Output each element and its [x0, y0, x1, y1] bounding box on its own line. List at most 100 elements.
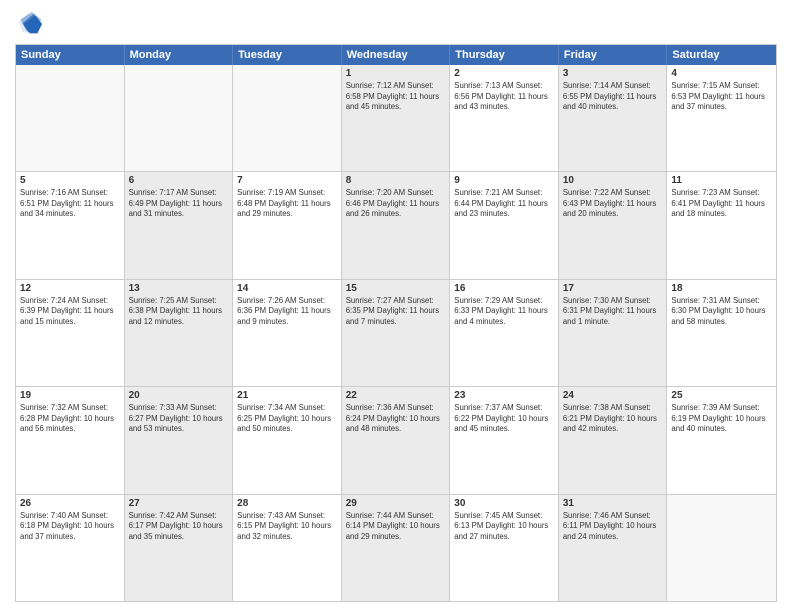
day-info: Sunrise: 7:16 AM Sunset: 6:51 PM Dayligh…: [20, 188, 120, 220]
day-number: 9: [454, 175, 554, 186]
day-header: Tuesday: [233, 45, 342, 65]
day-cell: 11 Sunrise: 7:23 AM Sunset: 6:41 PM Dayli…: [667, 172, 776, 278]
day-cell: 24 Sunrise: 7:38 AM Sunset: 6:21 PM Dayli…: [559, 387, 668, 493]
day-cell: 19 Sunrise: 7:32 AM Sunset: 6:28 PM Dayli…: [16, 387, 125, 493]
calendar: SundayMondayTuesdayWednesdayThursdayFrid…: [15, 44, 777, 602]
day-number: 11: [671, 175, 772, 186]
day-cell: 16 Sunrise: 7:29 AM Sunset: 6:33 PM Dayli…: [450, 280, 559, 386]
day-number: 27: [129, 498, 229, 509]
day-info: Sunrise: 7:38 AM Sunset: 6:21 PM Dayligh…: [563, 403, 663, 435]
day-info: Sunrise: 7:42 AM Sunset: 6:17 PM Dayligh…: [129, 511, 229, 543]
day-number: 29: [346, 498, 446, 509]
day-info: Sunrise: 7:36 AM Sunset: 6:24 PM Dayligh…: [346, 403, 446, 435]
day-info: Sunrise: 7:26 AM Sunset: 6:36 PM Dayligh…: [237, 296, 337, 328]
day-number: 14: [237, 283, 337, 294]
day-number: 5: [20, 175, 120, 186]
day-number: 16: [454, 283, 554, 294]
day-number: 26: [20, 498, 120, 509]
day-info: Sunrise: 7:32 AM Sunset: 6:28 PM Dayligh…: [20, 403, 120, 435]
day-cell: 26 Sunrise: 7:40 AM Sunset: 6:18 PM Dayli…: [16, 495, 125, 601]
day-cell: 22 Sunrise: 7:36 AM Sunset: 6:24 PM Dayli…: [342, 387, 451, 493]
day-number: 2: [454, 68, 554, 79]
day-info: Sunrise: 7:44 AM Sunset: 6:14 PM Dayligh…: [346, 511, 446, 543]
day-cell: [667, 495, 776, 601]
day-info: Sunrise: 7:29 AM Sunset: 6:33 PM Dayligh…: [454, 296, 554, 328]
day-cell: 29 Sunrise: 7:44 AM Sunset: 6:14 PM Dayli…: [342, 495, 451, 601]
day-info: Sunrise: 7:30 AM Sunset: 6:31 PM Dayligh…: [563, 296, 663, 328]
day-info: Sunrise: 7:23 AM Sunset: 6:41 PM Dayligh…: [671, 188, 772, 220]
day-number: 7: [237, 175, 337, 186]
day-info: Sunrise: 7:43 AM Sunset: 6:15 PM Dayligh…: [237, 511, 337, 543]
week-row: 5 Sunrise: 7:16 AM Sunset: 6:51 PM Daylig…: [16, 171, 776, 278]
day-number: 8: [346, 175, 446, 186]
day-cell: [125, 65, 234, 171]
day-cell: 14 Sunrise: 7:26 AM Sunset: 6:36 PM Dayli…: [233, 280, 342, 386]
day-number: 4: [671, 68, 772, 79]
day-cell: 30 Sunrise: 7:45 AM Sunset: 6:13 PM Dayli…: [450, 495, 559, 601]
day-header: Monday: [125, 45, 234, 65]
day-cell: [233, 65, 342, 171]
day-cell: 10 Sunrise: 7:22 AM Sunset: 6:43 PM Dayli…: [559, 172, 668, 278]
day-header: Friday: [559, 45, 668, 65]
day-number: 19: [20, 390, 120, 401]
day-number: 25: [671, 390, 772, 401]
week-row: 19 Sunrise: 7:32 AM Sunset: 6:28 PM Dayli…: [16, 386, 776, 493]
day-number: 24: [563, 390, 663, 401]
day-cell: 18 Sunrise: 7:31 AM Sunset: 6:30 PM Dayli…: [667, 280, 776, 386]
day-cell: 9 Sunrise: 7:21 AM Sunset: 6:44 PM Daylig…: [450, 172, 559, 278]
day-info: Sunrise: 7:24 AM Sunset: 6:39 PM Dayligh…: [20, 296, 120, 328]
day-header: Sunday: [16, 45, 125, 65]
day-info: Sunrise: 7:27 AM Sunset: 6:35 PM Dayligh…: [346, 296, 446, 328]
day-number: 15: [346, 283, 446, 294]
day-cell: 31 Sunrise: 7:46 AM Sunset: 6:11 PM Dayli…: [559, 495, 668, 601]
day-info: Sunrise: 7:45 AM Sunset: 6:13 PM Dayligh…: [454, 511, 554, 543]
day-info: Sunrise: 7:20 AM Sunset: 6:46 PM Dayligh…: [346, 188, 446, 220]
day-info: Sunrise: 7:34 AM Sunset: 6:25 PM Dayligh…: [237, 403, 337, 435]
day-number: 21: [237, 390, 337, 401]
day-info: Sunrise: 7:12 AM Sunset: 6:58 PM Dayligh…: [346, 81, 446, 113]
day-header: Thursday: [450, 45, 559, 65]
day-number: 28: [237, 498, 337, 509]
day-info: Sunrise: 7:40 AM Sunset: 6:18 PM Dayligh…: [20, 511, 120, 543]
day-number: 30: [454, 498, 554, 509]
day-header: Wednesday: [342, 45, 451, 65]
day-info: Sunrise: 7:31 AM Sunset: 6:30 PM Dayligh…: [671, 296, 772, 328]
day-number: 10: [563, 175, 663, 186]
day-number: 6: [129, 175, 229, 186]
day-cell: 13Sunrise: 7:25 AM Sunset: 6:38 PM Dayli…: [125, 280, 234, 386]
day-info: Sunrise: 7:22 AM Sunset: 6:43 PM Dayligh…: [563, 188, 663, 220]
day-number: 23: [454, 390, 554, 401]
week-row: 26 Sunrise: 7:40 AM Sunset: 6:18 PM Dayli…: [16, 494, 776, 601]
day-cell: 25Sunrise: 7:39 AM Sunset: 6:19 PM Dayli…: [667, 387, 776, 493]
day-cell: 27 Sunrise: 7:42 AM Sunset: 6:17 PM Dayli…: [125, 495, 234, 601]
day-number: 12: [20, 283, 120, 294]
day-headers: SundayMondayTuesdayWednesdayThursdayFrid…: [16, 45, 776, 65]
week-row: 12 Sunrise: 7:24 AM Sunset: 6:39 PM Dayli…: [16, 279, 776, 386]
day-number: 20: [129, 390, 229, 401]
day-info: Sunrise: 7:21 AM Sunset: 6:44 PM Dayligh…: [454, 188, 554, 220]
day-info: Sunrise: 7:19 AM Sunset: 6:48 PM Dayligh…: [237, 188, 337, 220]
day-cell: 6 Sunrise: 7:17 AM Sunset: 6:49 PM Daylig…: [125, 172, 234, 278]
day-number: 17: [563, 283, 663, 294]
day-cell: 7 Sunrise: 7:19 AM Sunset: 6:48 PM Daylig…: [233, 172, 342, 278]
day-number: 1: [346, 68, 446, 79]
day-cell: 23Sunrise: 7:37 AM Sunset: 6:22 PM Dayli…: [450, 387, 559, 493]
day-cell: 3Sunrise: 7:14 AM Sunset: 6:55 PM Daylig…: [559, 65, 668, 171]
day-cell: 17 Sunrise: 7:30 AM Sunset: 6:31 PM Dayli…: [559, 280, 668, 386]
logo-icon: [15, 10, 43, 38]
day-info: Sunrise: 7:46 AM Sunset: 6:11 PM Dayligh…: [563, 511, 663, 543]
day-cell: 21 Sunrise: 7:34 AM Sunset: 6:25 PM Dayli…: [233, 387, 342, 493]
day-number: 18: [671, 283, 772, 294]
day-info: Sunrise: 7:17 AM Sunset: 6:49 PM Dayligh…: [129, 188, 229, 220]
day-number: 22: [346, 390, 446, 401]
day-info: Sunrise: 7:15 AM Sunset: 6:53 PM Dayligh…: [671, 81, 772, 113]
weeks: 1 Sunrise: 7:12 AM Sunset: 6:58 PM Daylig…: [16, 65, 776, 601]
day-header: Saturday: [667, 45, 776, 65]
day-number: 31: [563, 498, 663, 509]
day-info: Sunrise: 7:13 AM Sunset: 6:56 PM Dayligh…: [454, 81, 554, 113]
day-cell: 5 Sunrise: 7:16 AM Sunset: 6:51 PM Daylig…: [16, 172, 125, 278]
page: SundayMondayTuesdayWednesdayThursdayFrid…: [0, 0, 792, 612]
day-number: 13: [129, 283, 229, 294]
day-number: 3: [563, 68, 663, 79]
logo: [15, 10, 45, 38]
